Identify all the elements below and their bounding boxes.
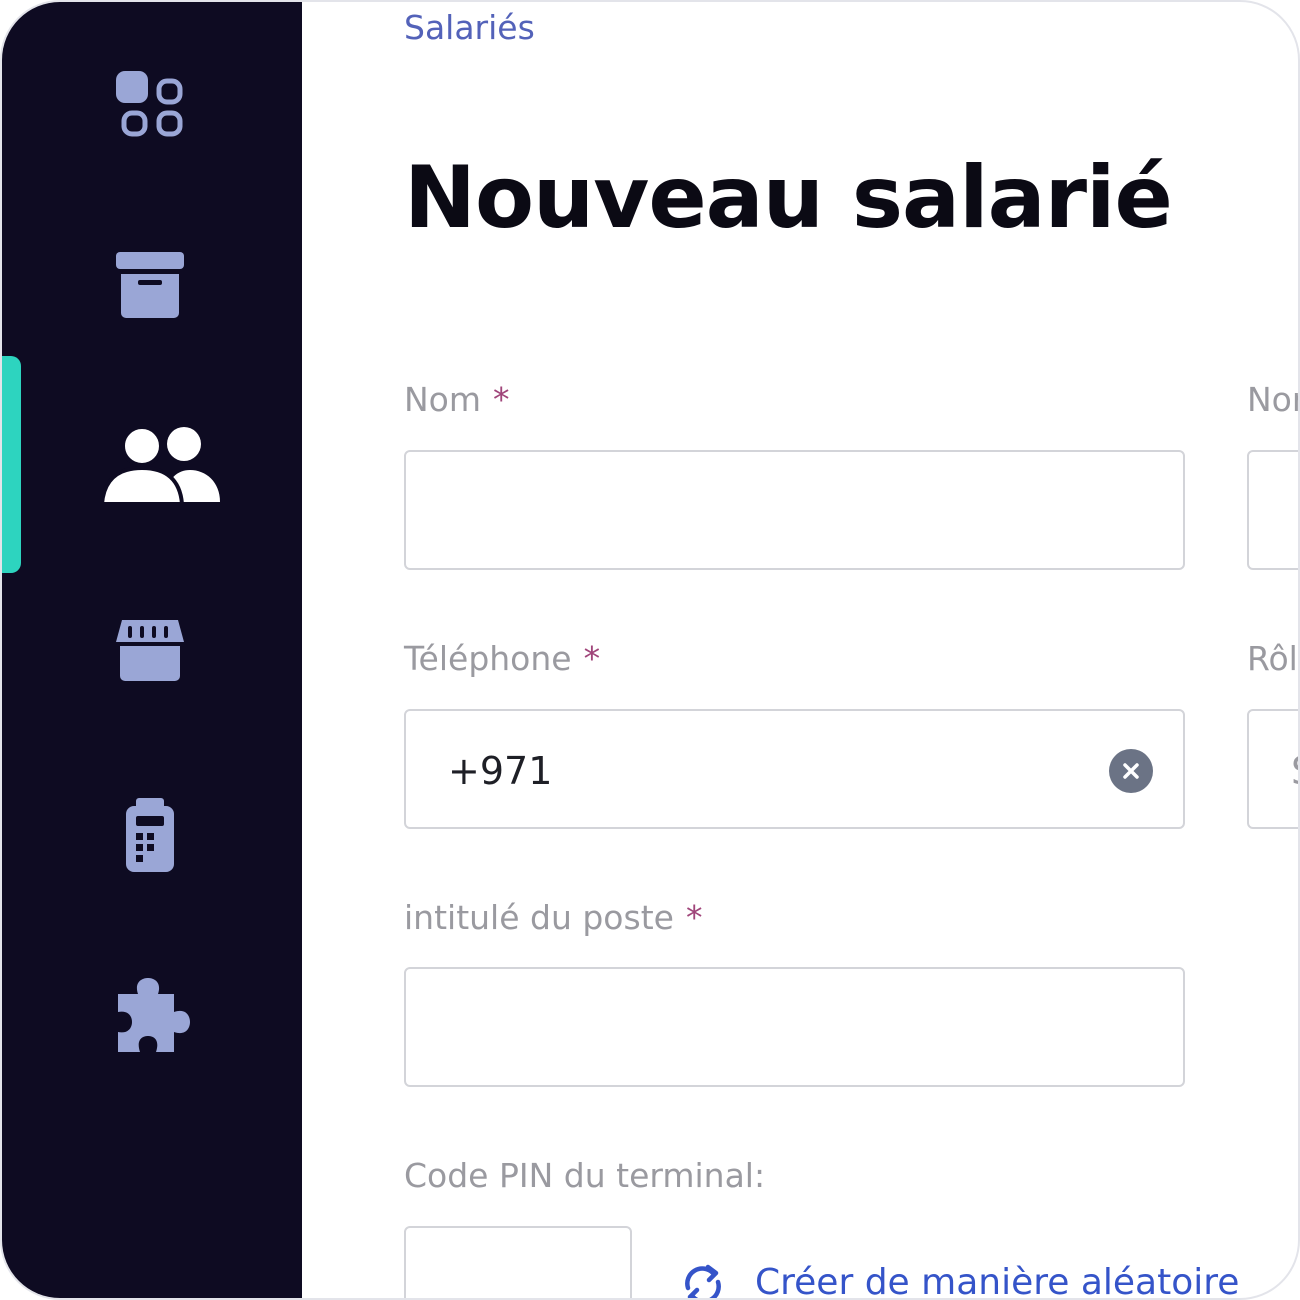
sidebar-item-terminal[interactable] [2,762,302,912]
payment-terminal-icon [126,798,174,872]
sidebar-item-integrations[interactable] [2,944,302,1094]
breadcrumb-employees[interactable]: Salariés [404,8,535,47]
phone-value: +971 [448,749,553,793]
archive-box-icon [116,252,184,318]
app-window: Salariés Nouveau salarié Nom * Nor Téléph… [0,0,1300,1300]
clear-phone-button[interactable] [1109,749,1153,793]
main-content: Salariés Nouveau salarié Nom * Nor Téléph… [302,2,1298,1298]
phone-label-text: Téléphone [404,639,572,678]
role-value: S [1291,749,1298,793]
pin-label: Code PIN du terminal: [404,1156,766,1195]
sidebar-item-store[interactable] [2,580,302,730]
pin-input[interactable] [404,1226,632,1298]
apps-grid-icon [116,71,183,137]
phone-label: Téléphone * [404,639,600,678]
sidebar-item-archive[interactable] [2,212,302,362]
role-label: Rôl [1247,639,1298,678]
job-title-label-text: intitulé du poste [404,898,674,937]
puzzle-piece-icon [118,978,190,1052]
required-mark: * [493,380,510,419]
job-title-label: intitulé du poste * [404,898,702,937]
last-name-label-text: Nom [404,380,482,419]
role-select[interactable]: S [1247,709,1298,829]
job-title-input[interactable] [404,967,1185,1087]
page-title: Nouveau salarié [404,148,1173,248]
generate-random-label: Créer de manière aléatoire [755,1262,1240,1300]
sidebar [2,2,302,1298]
sidebar-item-dashboard[interactable] [2,27,302,177]
required-mark: * [583,639,601,678]
first-name-input[interactable] [1247,450,1298,570]
close-icon [1123,763,1139,779]
users-icon [102,426,220,506]
sidebar-item-employees[interactable] [2,392,302,542]
refresh-icon [685,1264,721,1298]
phone-input[interactable]: +971 [404,709,1185,829]
last-name-input[interactable] [404,450,1185,570]
last-name-label: Nom * [404,380,510,419]
first-name-label: Nor [1247,380,1300,419]
required-mark: * [685,898,703,937]
storefront-icon [116,620,184,681]
